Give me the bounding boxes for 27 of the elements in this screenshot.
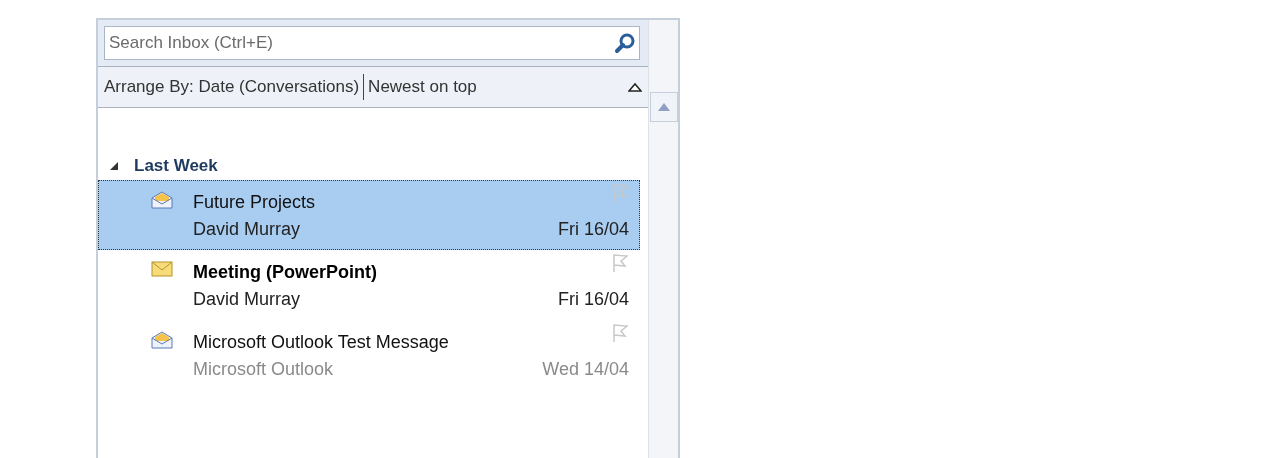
- scroll-up-button[interactable]: [649, 92, 678, 122]
- search-field[interactable]: Search Inbox (Ctrl+E): [104, 26, 640, 60]
- group-header[interactable]: Last Week: [98, 152, 640, 180]
- open-envelope-icon: [151, 331, 173, 349]
- message-sender: David Murray: [193, 288, 301, 311]
- message-sender: Microsoft Outlook: [193, 358, 334, 381]
- message-subject: Meeting (PowerPoint): [193, 261, 377, 284]
- message-item[interactable]: Microsoft Outlook Test Message Microsoft Outlook Wed 14/04: [98, 320, 640, 390]
- up-arrow-icon: [657, 103, 670, 111]
- message-subject: Microsoft Outlook Test Message: [193, 331, 449, 354]
- group-label: Last Week: [134, 155, 218, 178]
- message-item[interactable]: Future Projects David Murray Fri 16/04: [98, 180, 640, 250]
- sort-order-button[interactable]: Newest on top: [364, 74, 477, 100]
- open-envelope-icon: [151, 191, 173, 209]
- message-item[interactable]: Meeting (PowerPoint) David Murray Fri 16/04: [98, 250, 640, 320]
- message-date: Fri 16/04: [557, 218, 629, 241]
- arrange-by-button[interactable]: Arrange By: Date (Conversations): [104, 74, 365, 100]
- message-date: Fri 16/04: [557, 288, 629, 311]
- flag-icon[interactable]: [611, 323, 629, 343]
- sort-arrow-icon[interactable]: [628, 82, 642, 92]
- collapse-triangle-icon[interactable]: [108, 160, 120, 172]
- message-subject: Future Projects: [193, 191, 316, 214]
- flag-icon[interactable]: [611, 253, 629, 273]
- envelope-icon: [151, 261, 173, 277]
- search-icon[interactable]: [614, 32, 636, 54]
- message-sender: David Murray: [193, 218, 301, 241]
- message-date: Wed 14/04: [542, 358, 629, 381]
